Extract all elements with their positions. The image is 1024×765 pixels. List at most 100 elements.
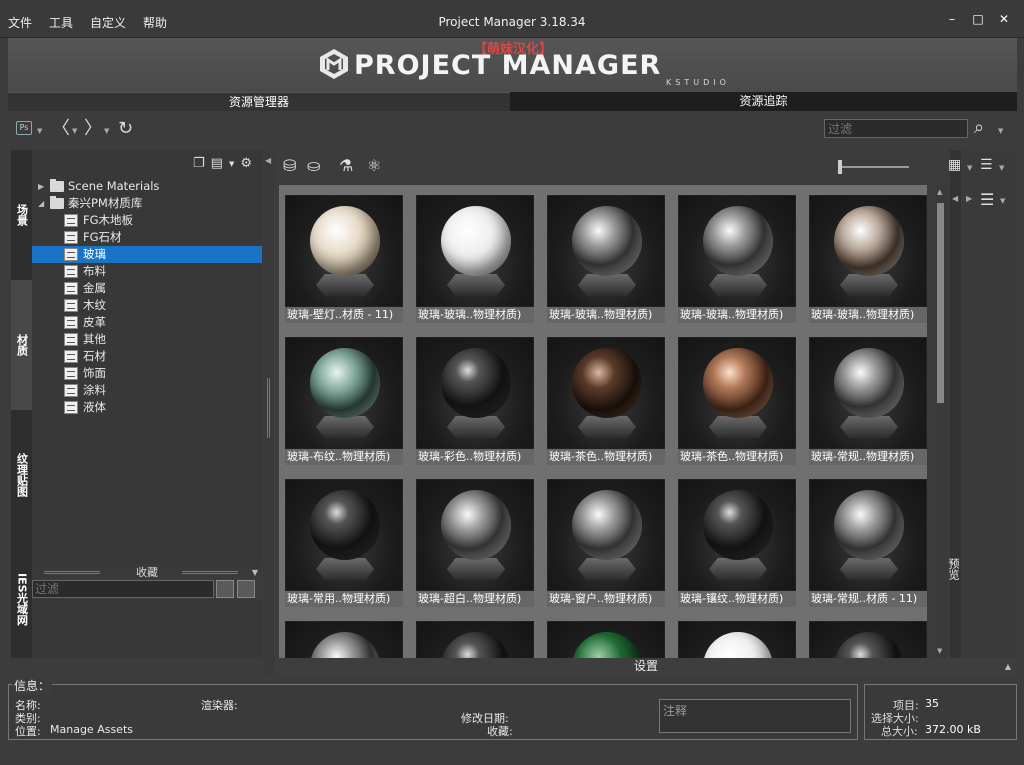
tree-item[interactable]: 液体 (32, 399, 262, 416)
tab-asset-browser[interactable]: 资源管理器 (8, 92, 510, 111)
expand-arrow-icon[interactable]: ▶ (38, 178, 44, 195)
back-button[interactable]: 〈 (52, 120, 70, 138)
material-thumbnail[interactable] (416, 621, 534, 658)
tree-root-scene-materials[interactable]: ▶ Scene Materials (32, 178, 262, 195)
chevron-down-icon[interactable]: ▼ (104, 127, 109, 135)
library-icon (64, 316, 78, 329)
material-thumbnail[interactable]: 玻璃-玻璃..物理材质) (809, 195, 927, 325)
tab-materials[interactable]: 材质 (11, 280, 32, 410)
favorites-splitter[interactable]: 收藏 ▼ (32, 566, 262, 579)
collapse-right-icon[interactable]: ◀ (952, 194, 958, 203)
favorites-copy-button[interactable] (216, 580, 234, 598)
chevron-up-icon[interactable]: ▲ (1005, 658, 1011, 675)
tree-item[interactable]: 布料 (32, 263, 262, 280)
gear-icon[interactable]: ⚙ (240, 156, 252, 171)
material-thumbnail[interactable]: 玻璃-壁灯..材质 - 11) (285, 195, 403, 325)
chevron-down-icon[interactable]: ▼ (229, 160, 234, 168)
layout-icon[interactable]: ▤ (211, 156, 223, 171)
render-preview-icon[interactable]: ⚗ (339, 156, 353, 175)
chevron-down-icon[interactable]: ▼ (1000, 197, 1005, 205)
sort-icon[interactable]: ☰ (980, 157, 993, 173)
tree-item[interactable]: 皮革 (32, 314, 262, 331)
refresh-button[interactable]: ↻ (118, 120, 133, 138)
material-thumbnail[interactable] (678, 621, 796, 658)
pm-logo-icon (320, 49, 348, 79)
search-icon[interactable]: ⌕ (974, 119, 984, 137)
tree-item[interactable]: 金属 (32, 280, 262, 297)
tree-item-selected[interactable]: 玻璃 (32, 246, 262, 263)
material-thumbnail[interactable]: 玻璃-玻璃..物理材质) (547, 195, 665, 325)
material-pedestal (578, 274, 636, 296)
material-thumbnail[interactable]: 玻璃-超白..物理材质) (416, 479, 534, 609)
favorites-toggle-button[interactable] (237, 580, 255, 598)
tab-textures[interactable]: 纹理贴图 (11, 410, 32, 540)
panel-splitter[interactable]: ◀ (263, 150, 274, 675)
chevron-down-icon[interactable]: ▼ (37, 127, 42, 135)
material-thumbnail[interactable] (285, 621, 403, 658)
chevron-down-icon[interactable]: ▼ (998, 127, 1003, 135)
tree-label: 布料 (83, 264, 106, 278)
material-sphere (441, 632, 511, 658)
slider-handle[interactable] (838, 160, 842, 174)
tree-item[interactable]: 涂料 (32, 382, 262, 399)
settings-bar[interactable]: 设置 ▲ (275, 658, 1017, 675)
chevron-down-icon[interactable]: ▼ (999, 164, 1004, 172)
collapse-left-icon[interactable]: ◀ (265, 156, 271, 165)
tab-asset-tracking[interactable]: 资源追踪 (510, 92, 1017, 111)
material-thumbnail[interactable]: 玻璃-茶色..物理材质) (547, 337, 665, 467)
material-thumbnail[interactable]: 玻璃-茶色..物理材质) (678, 337, 796, 467)
render-all-icon[interactable]: ⚛ (367, 156, 381, 175)
material-thumbnail[interactable]: 玻璃-彩色..物理材质) (416, 337, 534, 467)
material-thumbnail[interactable]: 玻璃-玻璃..物理材质) (678, 195, 796, 325)
list-menu-icon[interactable]: ☰ (980, 190, 994, 209)
tab-scene[interactable]: 场景 (11, 150, 32, 280)
material-thumbnail[interactable]: 玻璃-布纹..物理材质) (285, 337, 403, 467)
chevron-down-icon[interactable]: ▼ (967, 164, 972, 172)
library-tree-panel: ❐ ▤ ▼ ⚙ ▶ Scene Materials ◢ 秦兴PM材质库 FG木地… (32, 150, 262, 566)
material-thumbnail[interactable]: 玻璃-常规..物理材质) (809, 337, 927, 467)
tree-item[interactable]: 其他 (32, 331, 262, 348)
tree-item[interactable]: FG石材 (32, 229, 262, 246)
thumbnail-size-slider[interactable] (841, 166, 909, 168)
forward-button[interactable]: 〉 (84, 120, 102, 138)
chevron-down-icon[interactable]: ▼ (72, 127, 77, 135)
stats-panel: 项目: 35 选择大小: 总大小: 372.00 kB (864, 684, 1017, 740)
expand-right-icon[interactable]: ▶ (966, 194, 972, 203)
material-thumbnail[interactable]: 玻璃-常规..材质 - 11) (809, 479, 927, 609)
notes-field[interactable]: 注释 (659, 699, 851, 733)
material-thumbnail[interactable]: 玻璃-窗户..物理材质) (547, 479, 665, 609)
vertical-scrollbar[interactable]: ▲ ▼ (935, 185, 947, 658)
tree-item[interactable]: 石材 (32, 348, 262, 365)
photoshop-icon[interactable]: Ps (16, 121, 32, 135)
material-thumbnail[interactable]: 玻璃-常用..物理材质) (285, 479, 403, 609)
tree-item[interactable]: 木纹 (32, 297, 262, 314)
material-thumbnail[interactable]: 玻璃-镶纹..物理材质) (678, 479, 796, 609)
view-mode-icon[interactable]: ▦ (948, 157, 961, 173)
chevron-down-icon[interactable]: ▼ (252, 566, 258, 579)
material-thumbnail[interactable] (809, 621, 927, 658)
scroll-down-icon[interactable]: ▼ (937, 647, 942, 655)
scroll-up-icon[interactable]: ▲ (937, 188, 942, 196)
material-pedestal (709, 274, 767, 296)
material-thumbnail[interactable]: 玻璃-玻璃..物理材质) (416, 195, 534, 325)
tree-item[interactable]: FG木地板 (32, 212, 262, 229)
minimize-button[interactable]: – (946, 12, 958, 26)
maximize-button[interactable]: □ (972, 12, 984, 26)
copy-icon[interactable]: ❐ (193, 156, 205, 171)
tree-item[interactable]: 饰面 (32, 365, 262, 382)
close-button[interactable]: ✕ (998, 12, 1010, 26)
filter-input[interactable] (824, 119, 968, 138)
preview-splitter[interactable]: ◀ 预览 (947, 150, 961, 658)
material-pedestal (447, 558, 505, 580)
add-material-icon[interactable]: ⛁ (283, 156, 296, 175)
add-from-scene-icon[interactable]: ⛀ (307, 156, 320, 175)
total-size-label: 总大小: (881, 725, 918, 738)
material-thumbnail[interactable] (547, 621, 665, 658)
favorites-filter-input[interactable] (32, 580, 214, 598)
collapse-arrow-icon[interactable]: ◢ (38, 195, 44, 212)
material-preview-image (547, 195, 665, 307)
tree-root-library[interactable]: ◢ 秦兴PM材质库 (32, 195, 262, 212)
scrollbar-thumb[interactable] (937, 203, 944, 403)
tab-ies[interactable]: IES光域网 (11, 540, 32, 658)
settings-label: 设置 (633, 659, 658, 673)
